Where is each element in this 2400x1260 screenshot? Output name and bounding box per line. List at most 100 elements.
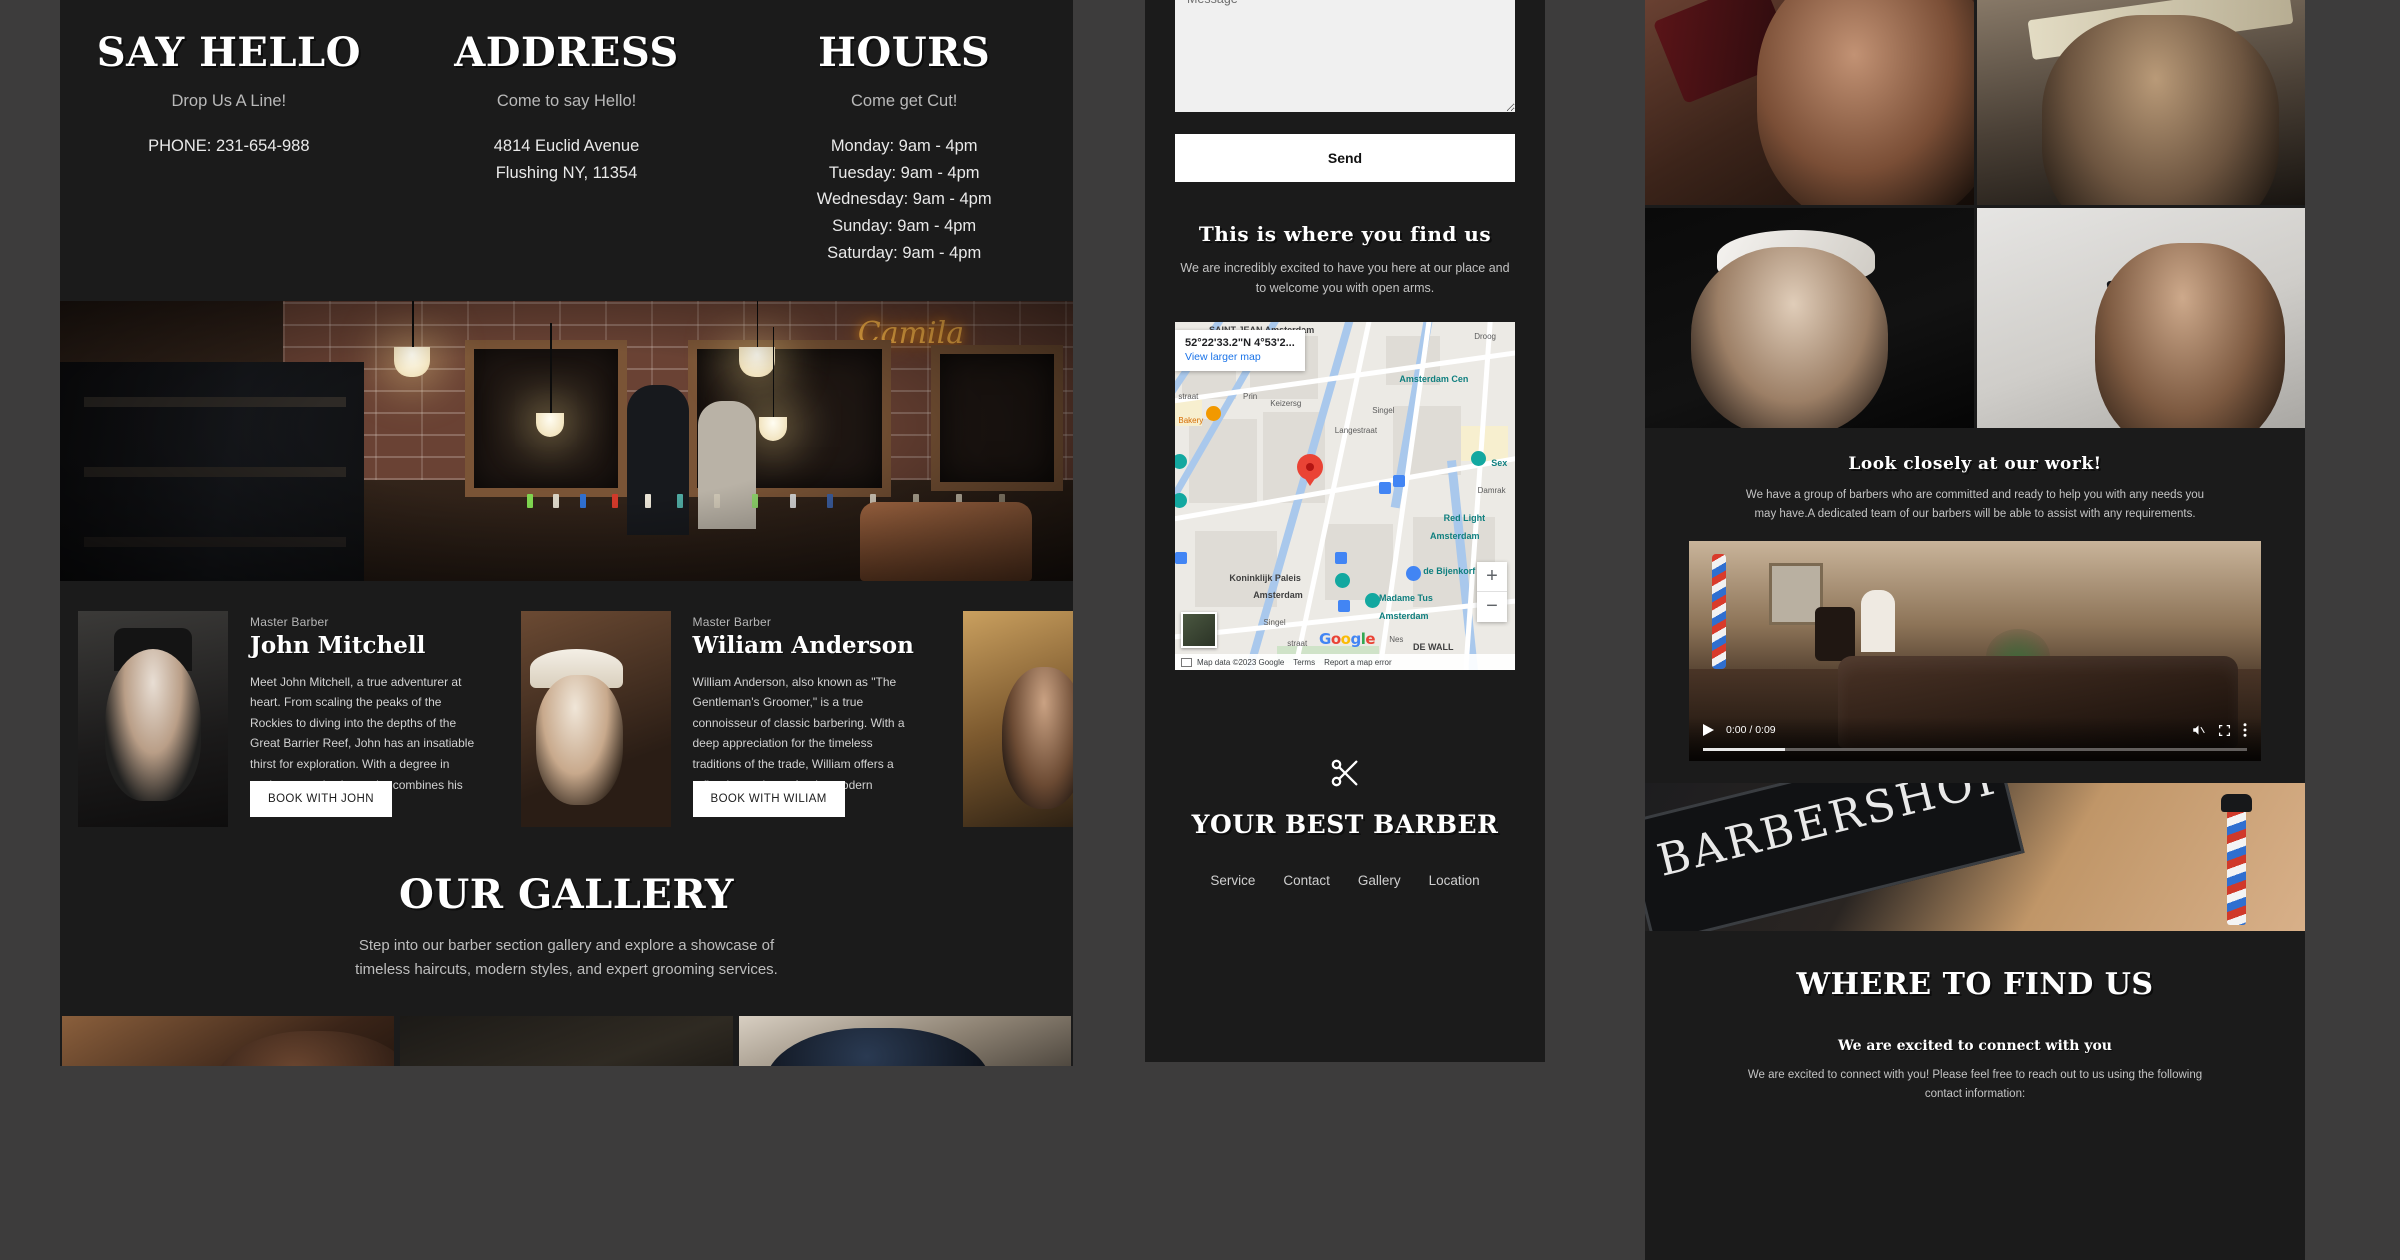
phone-line: PHONE: 231-654-988 <box>148 137 310 155</box>
gallery-photo-3[interactable] <box>738 1016 1071 1066</box>
where-to-find-us-title: WHERE TO FIND US <box>1796 967 2154 1003</box>
sunglasses-fade-photo[interactable] <box>1976 207 2305 428</box>
google-map-embed[interactable]: 52°22'33.2"N 4°53'2... View larger map A… <box>1175 322 1515 670</box>
hours-line-sunday: Sunday: 9am - 4pm <box>832 217 977 236</box>
barbershop-interior-photo: Camila <box>60 300 1073 581</box>
scissors-icon <box>1331 759 1358 787</box>
left-browser-panel: SAY HELLO Drop Us A Line! PHONE: 231-654… <box>60 0 1073 1066</box>
map-attribution-bar: Map data ©2023 Google Terms Report a map… <box>1175 654 1515 670</box>
map-label-17: Amsterdam <box>1379 610 1429 621</box>
work-subtitle: We have a group of barbers who are commi… <box>1745 489 2205 520</box>
barber-role-wiliam: Master Barber <box>692 614 772 629</box>
map-label-5: Prin <box>1243 391 1258 401</box>
map-transit-icon-3[interactable] <box>1334 551 1347 564</box>
footer-nav: Service Contact Gallery Location <box>1175 873 1515 888</box>
map-poi-sex-museum-icon[interactable] <box>1470 450 1486 471</box>
site-footer: YOUR BEST BARBER Service Contact Gallery… <box>1175 670 1515 888</box>
map-label-2: Droog <box>1474 332 1496 342</box>
map-poi-museum-left-icon[interactable] <box>1175 454 1187 474</box>
address-lines: 4814 Euclid Avenue Flushing NY, 11354 <box>412 133 722 186</box>
footer-nav-contact[interactable]: Contact <box>1283 873 1330 888</box>
map-label-11: Red Light <box>1443 513 1486 524</box>
address-subtitle: Come to say Hello! <box>496 92 637 110</box>
map-poi-madame-tussauds-icon[interactable] <box>1365 593 1381 613</box>
map-poi-bijenkorf-icon[interactable] <box>1406 565 1422 586</box>
map-terms-link[interactable]: Terms <box>1293 658 1315 667</box>
barber-name-john: John Mitchell <box>250 631 426 659</box>
zoom-in-button[interactable]: + <box>1477 562 1507 592</box>
map-poi-museum-left2-icon[interactable] <box>1175 492 1187 513</box>
barber-card-wiliam: Master Barber Wiliam Anderson William An… <box>503 597 946 827</box>
map-label-20: straat <box>1287 638 1308 648</box>
barbershop-storefront-photo: BARBERSHOP <box>1645 783 2305 932</box>
muted-volume-icon[interactable] <box>2191 723 2206 737</box>
map-label-21: Nes <box>1389 635 1404 645</box>
map-label-15: de Bijenkorf <box>1423 565 1476 576</box>
barber-role-john: Master Barber <box>250 614 329 629</box>
find-us-title: This is where you find us <box>1198 222 1492 246</box>
hours-line-saturday: Saturday: 9am - 4pm <box>827 243 982 262</box>
footer-nav-gallery[interactable]: Gallery <box>1358 873 1401 888</box>
map-label-16: Madame Tus <box>1379 593 1433 604</box>
map-transit-icon-2[interactable] <box>1392 475 1405 488</box>
fullscreen-icon[interactable] <box>2218 724 2231 737</box>
hours-line-monday: Monday: 9am - 4pm <box>830 137 978 155</box>
say-hello-subtitle: Drop Us A Line! <box>171 92 287 110</box>
map-satellite-thumbnail[interactable] <box>1181 612 1217 648</box>
map-poi-bakery-icon[interactable] <box>1205 405 1221 426</box>
say-hello-title: SAY HELLO <box>96 29 361 76</box>
gallery-photo-1[interactable] <box>62 1016 395 1066</box>
video-time-display: 0:00 / 0:09 <box>1726 724 1776 737</box>
storefront-sign-text: BARBERSHOP <box>1652 783 2014 888</box>
map-label-10: Damrak <box>1477 485 1506 495</box>
footer-nav-service[interactable]: Service <box>1210 873 1255 888</box>
clipper-cut-photo[interactable] <box>1645 0 1974 205</box>
view-larger-map-link[interactable]: View larger map <box>1185 351 1295 363</box>
work-title: Look closely at our work! <box>1848 454 2102 474</box>
map-label-14: Amsterdam <box>1253 589 1303 600</box>
map-zoom-controls[interactable]: + − <box>1477 562 1507 622</box>
book-with-john-button[interactable]: BOOK WITH JOHN <box>250 780 392 817</box>
map-attribution-text: Map data ©2023 Google <box>1197 657 1285 667</box>
video-progress-bar[interactable] <box>1703 748 2247 752</box>
contact-column-hours: HOURS Come get Cut! Monday: 9am - 4pm Tu… <box>735 32 1073 267</box>
map-label-9: Sex <box>1491 457 1508 468</box>
find-us-heading-block: This is where you find us We are incredi… <box>1175 222 1515 298</box>
map-label-4: Bakery <box>1178 415 1204 425</box>
contact-column-say-hello: SAY HELLO Drop Us A Line! PHONE: 231-654… <box>60 32 398 267</box>
contact-info-strip: SAY HELLO Drop Us A Line! PHONE: 231-654… <box>60 0 1073 301</box>
map-transit-icon-5[interactable] <box>1175 551 1187 564</box>
gallery-photo-2[interactable] <box>400 1016 733 1066</box>
book-with-wiliam-button[interactable]: BOOK WITH WILIAM <box>692 780 845 817</box>
map-poi-paleis-icon[interactable] <box>1334 572 1350 593</box>
address-line-2: Flushing NY, 11354 <box>495 163 638 182</box>
map-location-pin[interactable] <box>1297 454 1324 487</box>
connect-subtitle-title: We are excited to connect with you <box>1838 1038 2112 1055</box>
find-us-subtitle: We are incredibly excited to have you he… <box>1180 261 1510 295</box>
right-browser-panel: Look closely at our work! We have a grou… <box>1645 0 2305 1260</box>
more-options-icon[interactable] <box>2243 723 2247 737</box>
address-title: ADDRESS <box>454 29 679 76</box>
message-textarea[interactable] <box>1175 0 1515 112</box>
barber-pole-icon <box>2220 793 2252 926</box>
map-report-link[interactable]: Report a map error <box>1324 658 1392 667</box>
hours-line-tuesday: Tuesday: 9am - 4pm <box>828 163 980 182</box>
zoom-out-button[interactable]: − <box>1477 592 1507 622</box>
keyboard-shortcuts-icon[interactable] <box>1181 657 1192 667</box>
map-info-card[interactable]: 52°22'33.2"N 4°53'2... View larger map <box>1175 330 1305 371</box>
map-transit-icon-1[interactable] <box>1379 482 1391 495</box>
map-label-6: Keizersg <box>1270 398 1302 408</box>
work-photo-grid <box>1645 0 2305 428</box>
hours-lines: Monday: 9am - 4pm Tuesday: 9am - 4pm Wed… <box>749 133 1059 267</box>
barber-cards: Master Barber John Mitchell Meet John Mi… <box>60 581 1073 827</box>
send-button[interactable]: Send <box>1175 134 1515 182</box>
play-icon[interactable] <box>1703 724 1714 737</box>
map-label-7: Langestraat <box>1334 426 1378 436</box>
silver-quiff-photo[interactable] <box>1645 207 1974 428</box>
shop-video-player[interactable]: 0:00 / 0:09 <box>1689 541 2261 762</box>
map-label-1: Amsterdam Cen <box>1399 374 1469 385</box>
footer-nav-location[interactable]: Location <box>1429 873 1480 888</box>
map-transit-icon-4[interactable] <box>1338 600 1351 613</box>
thinning-shears-photo[interactable] <box>1976 0 2305 205</box>
say-hello-lines: PHONE: 231-654-988 <box>74 133 384 160</box>
